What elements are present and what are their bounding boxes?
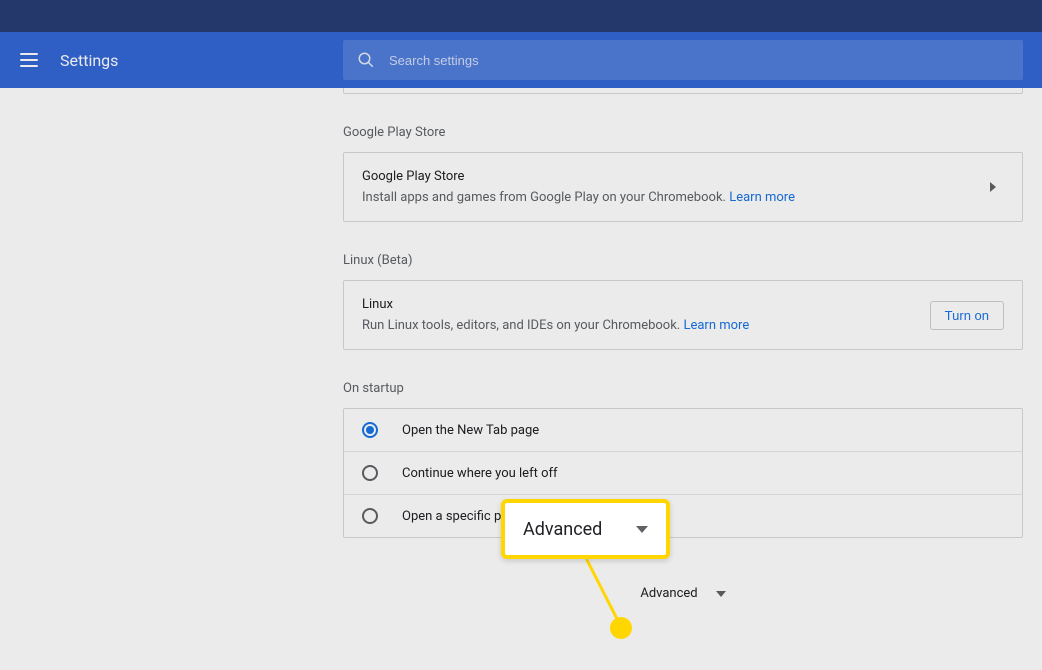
hamburger-menu-icon[interactable] xyxy=(20,53,38,67)
chevron-right-icon xyxy=(990,182,996,192)
callout-label: Advanced xyxy=(523,519,636,540)
chevron-down-icon xyxy=(716,591,726,597)
section-heading-google-play: Google Play Store xyxy=(343,125,1023,140)
google-play-learn-more-link[interactable]: Learn more xyxy=(729,190,795,205)
radio-icon[interactable] xyxy=(362,422,378,438)
linux-learn-more-link[interactable]: Learn more xyxy=(683,318,749,333)
startup-card: Open the New Tab page Continue where you… xyxy=(343,408,1023,538)
chevron-down-icon xyxy=(636,526,648,533)
previous-card-edge xyxy=(343,88,1023,94)
startup-option-specific-page[interactable]: Open a specific pa xyxy=(344,494,1022,537)
linux-title: Linux xyxy=(362,297,930,312)
search-input[interactable] xyxy=(389,53,1009,68)
startup-option-continue[interactable]: Continue where you left off xyxy=(344,451,1022,494)
top-strip xyxy=(0,0,1042,32)
linux-card: Linux Run Linux tools, editors, and IDEs… xyxy=(343,280,1023,350)
google-play-title: Google Play Store xyxy=(362,169,990,184)
advanced-label: Advanced xyxy=(640,586,697,601)
advanced-toggle[interactable]: Advanced xyxy=(343,586,1023,601)
search-icon xyxy=(357,51,375,69)
linux-desc: Run Linux tools, editors, and IDEs on yo… xyxy=(362,318,930,333)
radio-label: Continue where you left off xyxy=(402,466,558,481)
google-play-card[interactable]: Google Play Store Install apps and games… xyxy=(343,152,1023,222)
advanced-callout: Advanced xyxy=(501,499,670,559)
linux-turn-on-button[interactable]: Turn on xyxy=(930,301,1004,330)
google-play-desc: Install apps and games from Google Play … xyxy=(362,190,990,205)
radio-label: Open a specific pa xyxy=(402,509,508,524)
startup-option-new-tab[interactable]: Open the New Tab page xyxy=(344,409,1022,451)
section-heading-linux: Linux (Beta) xyxy=(343,253,1023,268)
page-title: Settings xyxy=(60,51,118,70)
radio-icon[interactable] xyxy=(362,465,378,481)
radio-label: Open the New Tab page xyxy=(402,423,539,438)
section-heading-startup: On startup xyxy=(343,381,1023,396)
search-box xyxy=(343,40,1023,80)
radio-icon[interactable] xyxy=(362,508,378,524)
callout-dot xyxy=(610,617,632,639)
